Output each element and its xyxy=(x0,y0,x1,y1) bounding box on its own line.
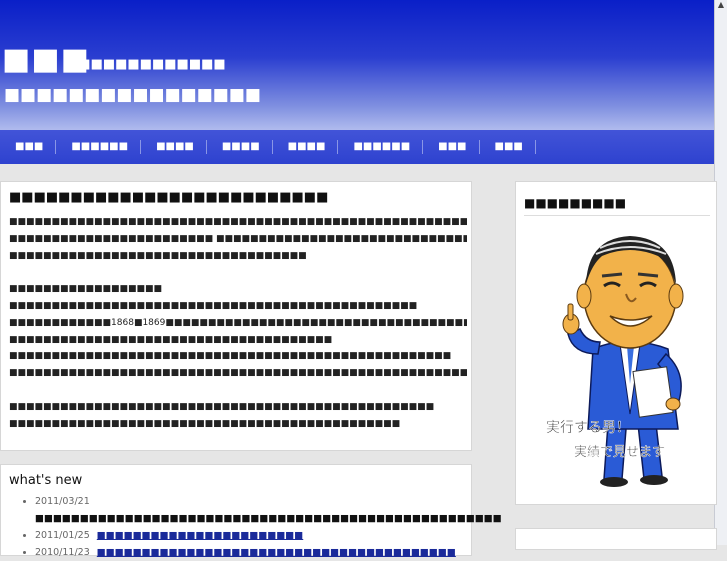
nav-item-3[interactable]: ■■■■ xyxy=(144,140,207,154)
site-subtitle: ■■■■■■■■■■■■■ xyxy=(66,57,226,72)
divider xyxy=(524,215,710,216)
news-list: 2011/03/21 ■■■■■■■■■■■■■■■■■■■■■■■■■■■■■… xyxy=(23,493,502,561)
news-link[interactable]: ■■■■■■■■■■■■■■■■■■■■■■■■■■■■■■■■■■■■■■■■ xyxy=(97,547,456,558)
news-heading: what's new xyxy=(9,473,83,488)
nav-item-6[interactable]: ■■■■■■ xyxy=(341,140,424,154)
article-body: ■■■■■■■■■■■■■■■■■■■■■■■■■■■■■■■■■■■■■■■■… xyxy=(9,214,467,432)
caricature-text: 実績で見せます xyxy=(574,444,665,460)
nav-item-5[interactable]: ■■■■ xyxy=(276,140,339,154)
news-link[interactable]: ■■■■■■■■■■■■■■■■■■■■■■■ xyxy=(97,530,303,541)
article-line: ■■■■■■■■■■■■■■■■■■■■■■■■ ■■■■■■■■■■■■■■■… xyxy=(9,233,467,244)
article-line: ■■■■■■■■■■■■■■■■■■■■■■■■■■■■■■■■■■■ xyxy=(9,250,307,261)
news-date: 2010/11/23 xyxy=(35,547,90,558)
sidebar-panel: ■■■■■■■■■ 実行する男！ 実績で見せます xyxy=(515,181,717,505)
news-date: 2011/01/25 xyxy=(35,530,90,541)
article-line: ■■■■■■■■■■■■1868■1869■■■■■■■■■■■■■■■■■■■… xyxy=(9,317,467,328)
nav-item-home[interactable]: ■■■ xyxy=(3,140,57,154)
article-line: ■■■■■■■■■■■■■■■■■■ xyxy=(9,284,163,295)
nav-item-8[interactable]: ■■■ xyxy=(483,140,536,154)
news-item: 2011/01/25 ■■■■■■■■■■■■■■■■■■■■■■■ xyxy=(35,527,502,544)
article-line: ■■■■■■■■■■■■■■■■■■■■■■■■■■■■■■■■■■■■■■■■… xyxy=(9,418,401,429)
article-line: ■■■■■■■■■■■■■■■■■■■■■■■■■■■■■■■■■■■■■■■■… xyxy=(9,351,452,362)
caricature-image: 実行する男！ 実績で見せます xyxy=(546,236,684,487)
article-line xyxy=(9,264,467,281)
news-item: 2010/11/23 ■■■■■■■■■■■■■■■■■■■■■■■■■■■■■… xyxy=(35,544,502,561)
main-nav: ■■■ ■■■■■■ ■■■■ ■■■■ ■■■■ ■■■■■■ ■■■ ■■■ xyxy=(0,130,715,164)
scroll-up-arrow-icon[interactable]: ▲ xyxy=(716,0,726,10)
article-line: ■■■■■■■■■■■■■■■■■■■■■■■■■■■■■■■■■■■■■■■■… xyxy=(9,401,435,412)
site-header: ■■■ ■■■■■■■■■■■■■ ■■■■■■■■■■■■■■■■ ■■■ ■… xyxy=(0,0,715,164)
caricature-text: 実行する男！ xyxy=(546,420,630,436)
article-heading: ■■■■■■■■■■■■■■■■■■■■■■■■■■ xyxy=(9,190,329,205)
news-title: ■■■■■■■■■■■■■■■■■■■■■■■■■■■■■■■■■■■■■■■■… xyxy=(35,513,502,524)
article-line: ■■■■■■■■■■■■■■■■■■■■■■■■■■■■■■■■■■■■■■ xyxy=(9,334,333,345)
main-article: ■■■■■■■■■■■■■■■■■■■■■■■■■■ ■■■■■■■■■■■■■… xyxy=(0,181,472,451)
nav-item-4[interactable]: ■■■■ xyxy=(210,140,273,154)
news-item: 2011/03/21 ■■■■■■■■■■■■■■■■■■■■■■■■■■■■■… xyxy=(35,493,502,527)
news-panel: what's new 2011/03/21 ■■■■■■■■■■■■■■■■■■… xyxy=(0,464,502,558)
sidebar-heading: ■■■■■■■■■ xyxy=(524,196,627,210)
article-line: ■■■■■■■■■■■■■■■■■■■■■■■■■■■■■■■■■■■■■■■■… xyxy=(9,368,467,379)
sidebar-panel-2 xyxy=(515,528,717,550)
article-line: ■■■■■■■■■■■■■■■■■■■■■■■■■■■■■■■■■■■■■■■■… xyxy=(9,217,467,227)
article-line: ■■■■■■■■■■■■■■■■■■■■■■■■■■■■■■■■■■■■■■■■… xyxy=(9,300,418,311)
news-date: 2011/03/21 xyxy=(35,496,90,507)
nav-item-2[interactable]: ■■■■■■ xyxy=(59,140,142,154)
nav-item-7[interactable]: ■■■ xyxy=(426,140,480,154)
article-line xyxy=(9,382,467,399)
site-tagline: ■■■■■■■■■■■■■■■■ xyxy=(4,85,261,105)
